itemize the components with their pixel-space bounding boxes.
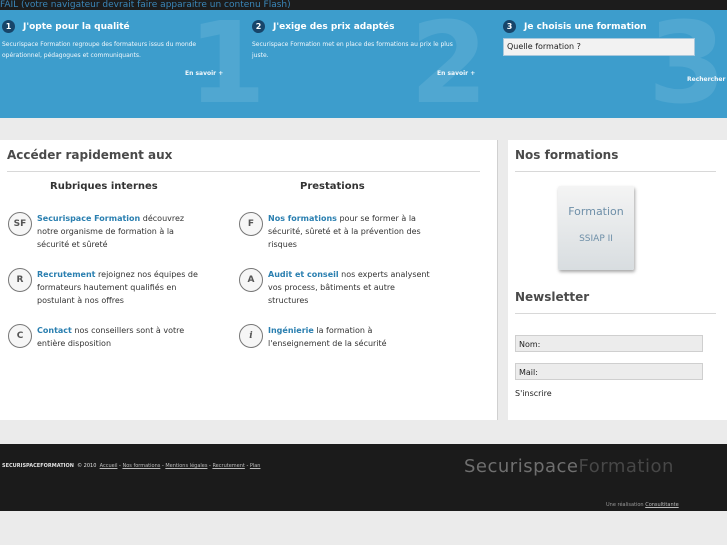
securispace-formation-link[interactable]: Securispace Formation: [37, 214, 140, 223]
hero-banner: 1 2 3 1 J'opte pour la qualité Securispa…: [0, 10, 727, 118]
footer: SECURISPACEFORMATION © 2010 Accueil - No…: [0, 444, 727, 511]
banner-column-quality: 1 J'opte pour la qualité Securispace For…: [2, 20, 217, 61]
footer-link-sitemap[interactable]: Plan: [250, 463, 261, 469]
quick-access-title: Accéder rapidement aux: [7, 148, 173, 162]
r-icon: R: [8, 268, 32, 292]
step-number-badge: 2: [252, 20, 265, 33]
nos-formations-link[interactable]: Nos formations: [268, 214, 337, 223]
banner-column-prices: 2 J'exige des prix adaptés Securispace F…: [252, 20, 467, 61]
services-heading: Prestations: [300, 181, 365, 192]
footer-link-formations[interactable]: Nos formations: [122, 463, 160, 469]
quick-access-panel: Accéder rapidement aux Rubriques interne…: [0, 140, 498, 420]
contact-link[interactable]: Contact: [37, 326, 72, 335]
divider: [515, 313, 716, 314]
a-icon: A: [239, 268, 263, 292]
footer-logo-thin: Formation: [578, 456, 674, 477]
step-number-badge: 1: [2, 20, 15, 33]
newsletter-name-field[interactable]: Nom:: [515, 335, 703, 352]
divider: [7, 171, 480, 172]
banner-heading-text: J'exige des prix adaptés: [273, 21, 395, 32]
flash-fallback-message: FAIL (votre navigateur devrait faire app…: [0, 0, 727, 10]
newsletter-email-field[interactable]: Mail:: [515, 363, 703, 380]
learn-more-link-quality[interactable]: En savoir +: [185, 70, 223, 77]
banner-heading: 1 J'opte pour la qualité: [2, 20, 217, 33]
formation-search-input[interactable]: Quelle formation ?: [503, 38, 695, 56]
footer-logo-bold: Securispace: [464, 456, 579, 477]
learn-more-link-prices[interactable]: En savoir +: [437, 70, 475, 77]
banner-heading: 3 Je choisis une formation: [503, 20, 718, 33]
footer-link-recruitment[interactable]: Recrutement: [212, 463, 244, 469]
audit-conseil-link[interactable]: Audit et conseil: [268, 270, 339, 279]
c-icon: C: [8, 324, 32, 348]
formations-title: Nos formations: [515, 148, 619, 162]
ingenierie-link[interactable]: Ingénierie: [268, 326, 314, 335]
footer-year: © 2010: [77, 463, 97, 469]
banner-description: Securispace Formation regroupe des forma…: [2, 41, 197, 59]
footer-link-home[interactable]: Accueil: [100, 463, 118, 469]
divider: [515, 171, 716, 172]
banner-heading-text: Je choisis une formation: [524, 21, 647, 32]
footer-copyright: SECURISPACEFORMATION © 2010 Accueil - No…: [2, 463, 261, 469]
item-text: Contact nos conseillers sont à votre ent…: [37, 324, 201, 350]
footer-brand: SECURISPACEFORMATION: [2, 463, 74, 469]
internal-sections-heading: Rubriques internes: [50, 181, 158, 192]
item-text: Audit et conseil nos experts analysent v…: [268, 268, 432, 307]
footer-credit: Une réalisation Consultitante: [606, 502, 679, 508]
search-button[interactable]: Rechercher: [687, 76, 725, 83]
credit-prefix: Une réalisation: [606, 502, 644, 508]
promo-subtitle: SSIAP II: [579, 234, 613, 244]
item-text: Ingénierie la formation à l'enseignement…: [268, 324, 432, 350]
newsletter-title: Newsletter: [515, 290, 590, 304]
ssiap-formation-promo[interactable]: Formation SSIAP II: [558, 186, 634, 270]
banner-column-choose: 3 Je choisis une formation: [503, 20, 718, 33]
recruitment-link[interactable]: Recrutement: [37, 270, 96, 279]
sf-icon: SF: [8, 212, 32, 236]
item-text: Securispace Formation découvrez notre or…: [37, 212, 201, 251]
item-text: Nos formations pour se former à la sécur…: [268, 212, 432, 251]
footer-logo: SecurispaceFormation: [464, 456, 674, 477]
subscribe-button[interactable]: S'inscrire: [515, 389, 552, 398]
info-icon: i: [239, 324, 263, 348]
banner-heading-text: J'opte pour la qualité: [23, 21, 130, 32]
item-text: Recrutement rejoignez nos équipes de for…: [37, 268, 201, 307]
banner-description: Securispace Formation met en place des f…: [252, 41, 453, 59]
f-icon: F: [239, 212, 263, 236]
credit-link[interactable]: Consultitante: [645, 502, 678, 508]
footer-link-legal[interactable]: Mentions légales: [165, 463, 207, 469]
step-number-badge: 3: [503, 20, 516, 33]
banner-heading: 2 J'exige des prix adaptés: [252, 20, 467, 33]
promo-title: Formation: [568, 205, 624, 218]
